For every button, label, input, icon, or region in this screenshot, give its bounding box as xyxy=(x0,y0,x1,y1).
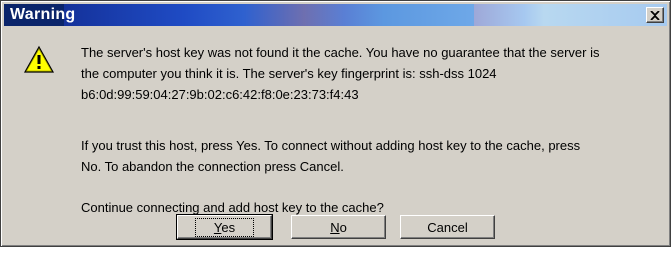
no-button[interactable]: No xyxy=(291,215,386,239)
close-button[interactable] xyxy=(646,7,664,23)
cancel-button-label: Cancel xyxy=(427,219,468,235)
message-line: No. To abandon the connection press Canc… xyxy=(81,159,344,174)
no-button-label: No xyxy=(330,220,347,235)
warning-dialog: Warning The server's host key was not fo… xyxy=(0,0,671,247)
yes-button[interactable]: Yes xyxy=(176,214,273,240)
dialog-title: Warning xyxy=(10,6,76,23)
close-icon xyxy=(650,10,660,20)
fingerprint-line: b6:0d:99:59:04:27:9b:02:c6:42:f8:0e:23:7… xyxy=(81,87,359,102)
question-line: Continue connecting and add host key to … xyxy=(81,200,384,215)
no-rest: o xyxy=(339,219,347,235)
yes-button-label: Yes xyxy=(194,217,255,237)
message-line: the computer you think it is. The server… xyxy=(81,66,497,81)
no-mnemonic: N xyxy=(330,219,340,235)
title-bar[interactable]: Warning xyxy=(4,4,667,26)
message-line: If you trust this host, press Yes. To co… xyxy=(81,138,581,153)
cancel-button[interactable]: Cancel xyxy=(400,215,495,239)
warning-icon xyxy=(23,45,55,73)
message-line: The server's host key was not found it t… xyxy=(81,45,600,60)
yes-rest: es xyxy=(221,219,236,235)
